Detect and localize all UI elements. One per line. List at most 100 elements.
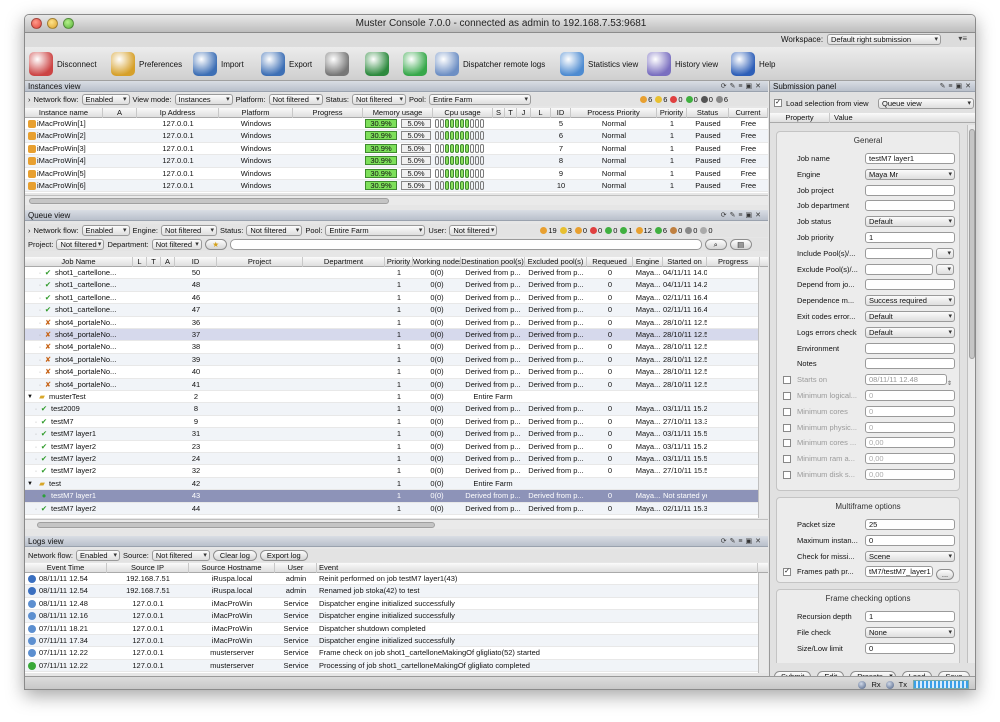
status-select[interactable]: Not filtered [351, 94, 406, 105]
pool-select[interactable] [936, 247, 954, 259]
property-value[interactable]: Default [865, 216, 955, 229]
column-header[interactable]: Event Time [25, 563, 107, 573]
collapse-arrow-icon[interactable]: › [28, 226, 31, 235]
panel-controls-icon[interactable]: ⟳✎≡▣✕ [721, 81, 764, 92]
queue-row[interactable]: · ✔ shot1_cartellone... 50 1 0(0) Derived from… [25, 267, 758, 280]
property-value[interactable]: Maya Mr [865, 168, 955, 182]
property-value[interactable] [865, 184, 955, 198]
load-selection-select[interactable]: Queue view [878, 98, 974, 109]
instance-row[interactable]: iMacProWin[5] 127.0.0.1 Windows 9 Normal 1 Pau… [25, 168, 768, 180]
zoom-icon[interactable] [63, 18, 74, 29]
queue-row[interactable]: · ✘ shot4_portaleNo... 40 1 0(0) Derived from … [25, 366, 758, 379]
panel-controls-icon[interactable]: ✎≡▣✕ [940, 81, 974, 92]
log-row[interactable]: 08/11/11 12.54 192.168.7.51 iRuspa.local ad… [25, 585, 758, 598]
column-header[interactable]: Source Hostname [189, 563, 275, 573]
column-header[interactable]: Priority [385, 257, 413, 267]
column-header[interactable]: ID [551, 108, 571, 118]
expand-arrow-icon[interactable]: ▼ [26, 478, 34, 490]
queue-row[interactable]: · ✔ testM7 layer2 24 1 0(0) Derived from p... D… [25, 453, 758, 466]
network-flow-select[interactable]: Enabled [81, 225, 130, 236]
logs-vertical-scrollbar[interactable] [758, 573, 768, 673]
workspace-menu-icon[interactable]: ▾≡ [958, 34, 967, 43]
collapse-arrow-icon[interactable]: › [28, 95, 31, 104]
log-row[interactable]: 07/11/11 12.22 127.0.0.1 musterserver Servi… [25, 647, 758, 660]
property-field[interactable] [865, 247, 933, 259]
property-value[interactable] [865, 247, 955, 261]
queue-row[interactable]: · ✔ shot1_cartellone... 48 1 0(0) Derived from… [25, 279, 758, 292]
property-field[interactable] [865, 358, 955, 370]
property-value[interactable]: 0,00 [865, 437, 955, 450]
column-header[interactable]: Progress [707, 257, 760, 267]
queue-row[interactable]: · ✘ shot4_portaleNo... 39 1 0(0) Derived from … [25, 353, 758, 367]
log-row[interactable]: 08/11/11 12.16 127.0.0.1 iMacProWin Service… [25, 610, 758, 623]
column-header[interactable]: A [161, 257, 175, 267]
toolbar-help-button[interactable]: Help [731, 51, 775, 77]
property-value[interactable]: 1 [865, 611, 955, 624]
log-row[interactable]: 08/11/11 12.54 192.168.7.51 iRuspa.local ad… [25, 573, 758, 586]
queue-row[interactable]: · ✔ shot1_cartellone... 47 1 0(0) Derived from… [25, 304, 758, 317]
column-header[interactable]: T [505, 108, 517, 118]
column-header[interactable]: Excluded pool(s) [525, 257, 587, 267]
property-field[interactable] [865, 200, 955, 212]
queue-row[interactable]: · ✘ shot4_portaleNo... 36 1 0(0) Derived from … [25, 317, 758, 329]
user-select[interactable]: Not filtered [449, 225, 498, 236]
property-value[interactable] [865, 279, 955, 292]
property-field[interactable]: 0 [865, 421, 955, 433]
column-header[interactable]: Requeued [587, 257, 633, 267]
workspace-select[interactable]: Default right submission [827, 34, 941, 45]
panel-controls-icon[interactable]: ⟳✎≡▣✕ [721, 536, 764, 547]
log-row[interactable]: 07/11/11 17.34 127.0.0.1 iMacProWin Service… [25, 635, 758, 648]
property-field[interactable]: 0 [865, 642, 955, 654]
property-field[interactable]: 1 [865, 611, 955, 622]
property-select[interactable]: Scene [865, 550, 955, 562]
engine-select[interactable]: Not filtered [160, 225, 217, 236]
property-value[interactable]: Success required [865, 295, 955, 308]
property-value[interactable]: 0,00 [865, 469, 955, 482]
property-checkbox[interactable] [783, 423, 791, 432]
queue-row[interactable]: · ✔ testM7 layer2 23 1 0(0) Derived from p... D… [25, 441, 758, 453]
column-header[interactable]: Cpu usage [433, 108, 493, 118]
property-checkbox[interactable] [783, 455, 791, 464]
toolbar-export-button[interactable]: Export [261, 51, 312, 77]
column-header[interactable]: Event [317, 563, 758, 573]
property-select[interactable]: Default [865, 311, 955, 322]
column-header[interactable]: Destination pool(s) [461, 257, 525, 267]
close-icon[interactable] [31, 18, 42, 29]
property-value[interactable]: 1 [865, 232, 955, 245]
property-value[interactable] [865, 200, 955, 213]
panel-controls-icon[interactable]: ⟳✎≡▣✕ [721, 210, 764, 221]
property-value[interactable]: 0 [865, 534, 955, 548]
property-select[interactable]: Default [865, 326, 955, 338]
property-field[interactable] [865, 342, 955, 354]
property-field[interactable]: 25 [865, 519, 955, 530]
property-checkbox[interactable]: ✓ [783, 568, 791, 577]
property-field[interactable]: 0 [865, 390, 955, 401]
column-header[interactable]: User [275, 563, 317, 573]
status-select[interactable]: Not filtered [246, 225, 303, 236]
log-row[interactable]: 08/11/11 12.48 127.0.0.1 iMacProWin Service… [25, 598, 758, 611]
queue-row[interactable]: ▼ ▰ test 42 1 0(0) Entire Farm [25, 477, 758, 491]
toolbar-globe-refresh-button[interactable] [365, 51, 389, 77]
spinner-icon[interactable]: ⇕ [947, 380, 955, 387]
column-header[interactable]: Memory usage [363, 108, 433, 118]
property-select[interactable]: Success required [865, 295, 955, 307]
property-value[interactable]: Default [865, 311, 955, 324]
property-value[interactable]: None [865, 626, 955, 640]
queue-row[interactable]: · ✘ shot4_portaleNo... 41 1 0(0) Derived from … [25, 378, 758, 391]
property-value[interactable]: 0 [865, 390, 955, 403]
property-checkbox[interactable] [783, 471, 791, 479]
column-header[interactable]: S [493, 108, 505, 118]
log-row[interactable]: 07/11/11 12.22 127.0.0.1 musterserver Servi… [25, 659, 758, 673]
queue-search-input[interactable] [229, 239, 702, 250]
property-value[interactable]: 08/11/11 12.48 ⇕ [865, 374, 955, 387]
property-field[interactable]: 0,00 [865, 437, 955, 449]
column-header[interactable]: ID [175, 257, 217, 267]
property-select[interactable]: Maya Mr [865, 168, 955, 180]
property-value[interactable]: 0 [865, 405, 955, 419]
column-header[interactable]: Progress [293, 108, 363, 118]
queue-row[interactable]: · ✔ testM7 9 1 0(0) Derived from p... Derived f… [25, 416, 758, 429]
queue-row[interactable]: · ✘ shot4_portaleNo... 38 1 0(0) Derived from … [25, 341, 758, 354]
column-header[interactable]: Department [303, 257, 385, 267]
view-mode-select[interactable]: Instances [174, 94, 233, 105]
column-header[interactable]: Current [729, 108, 768, 118]
